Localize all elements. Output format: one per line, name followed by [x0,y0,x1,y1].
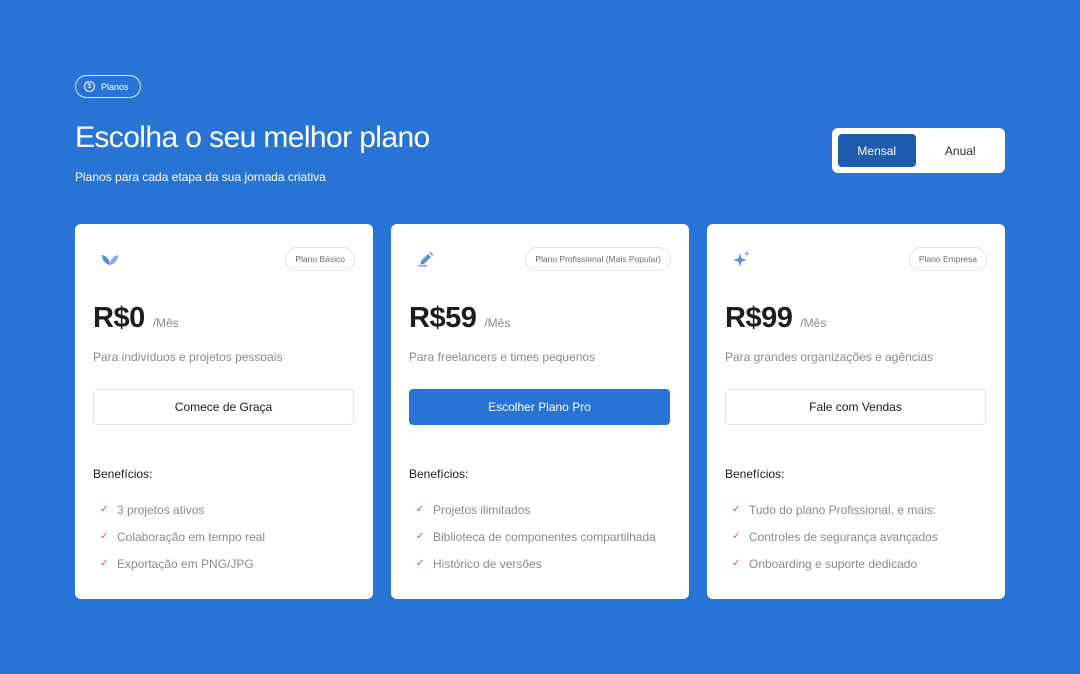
benefit-item: ✓ Tudo do plano Profissional, e mais: [732,496,938,523]
benefit-item: ✓ Projetos ilimitados [416,496,656,523]
price-amount: R$99 [725,302,793,334]
check-icon: ✓ [732,504,741,515]
pricing-page: $ Planos Escolha o seu melhor plano Plan… [0,0,1080,674]
page-subtitle: Planos para cada etapa da sua jornada cr… [75,170,326,184]
plan-card-basic: Plano Básico R$0 /Mês Para indivíduos e … [75,224,373,599]
plan-description: Para indivíduos e projetos pessoais [93,350,283,364]
price-period: /Mês [800,316,827,330]
benefit-item: ✓ Biblioteca de componentes compartilhada [416,523,656,550]
benefit-text: Controles de segurança avançados [749,529,938,544]
contact-sales-button[interactable]: Fale com Vendas [725,389,986,425]
benefit-text: Exportação em PNG/JPG [117,556,254,571]
badge-label: Planos [101,81,129,92]
benefit-item: ✓ 3 projetos ativos [100,496,265,523]
plan-price: R$59 /Mês [409,302,510,335]
plan-card-enterprise: Plano Empresa R$99 /Mês Para grandes org… [707,224,1005,599]
benefit-text: Colaboração em tempo real [117,529,266,544]
benefit-text: Projetos ilimitados [433,502,531,517]
price-amount: R$0 [93,302,145,334]
benefits-list: ✓ Projetos ilimitados ✓ Biblioteca de comp… [416,496,656,577]
benefits-list: ✓ 3 projetos ativos ✓ Colaboração em tempo… [100,496,265,577]
benefit-text: 3 projetos ativos [117,502,205,517]
dollar-coin-icon: $ [84,81,95,92]
plan-description: Para freelancers e times pequenos [409,350,596,364]
benefit-item: ✓ Colaboração em tempo real [100,523,265,550]
plan-price: R$99 /Mês [725,302,826,335]
benefits-title: Benefícios: [409,467,469,481]
benefit-text: Histórico de versões [433,556,542,571]
benefit-text: Biblioteca de componentes compartilhada [433,529,656,544]
page-title: Escolha o seu melhor plano [75,121,430,154]
choose-pro-button[interactable]: Escolher Plano Pro [409,389,670,425]
benefits-title: Benefícios: [725,467,785,481]
benefit-item: ✓ Exportação em PNG/JPG [100,550,265,577]
leaf-icon [99,249,121,269]
price-amount: R$59 [409,302,477,334]
plan-card-pro: Plano Profissional (Mais Popular) R$59 /… [391,224,689,599]
check-icon: ✓ [416,504,425,515]
benefits-list: ✓ Tudo do plano Profissional, e mais: ✓ Co… [732,496,938,577]
start-free-button[interactable]: Comece de Graça [93,389,354,425]
check-icon: ✓ [100,531,109,542]
price-period: /Mês [484,316,511,330]
check-icon: ✓ [732,531,741,542]
check-icon: ✓ [100,558,109,569]
benefit-item: ✓ Controles de segurança avançados [732,523,938,550]
check-icon: ✓ [100,504,109,515]
plan-tag: Plano Básico [285,247,355,271]
benefit-text: Onboarding e suporte dedicado [749,556,918,571]
pen-icon [415,249,437,269]
benefit-text: Tudo do plano Profissional, e mais: [749,502,936,517]
plan-description: Para grandes organizações e agências [725,350,934,364]
benefit-item: ✓ Onboarding e suporte dedicado [732,550,938,577]
toggle-monthly[interactable]: Mensal [838,134,916,167]
benefit-item: ✓ Histórico de versões [416,550,656,577]
plan-tag: Plano Empresa [908,247,987,271]
benefits-title: Benefícios: [93,467,153,481]
toggle-yearly[interactable]: Anual [922,134,1000,167]
billing-toggle: Mensal Anual [832,128,1005,173]
plan-price: R$0 /Mês [93,302,179,335]
check-icon: ✓ [416,558,425,569]
price-period: /Mês [152,316,179,330]
sparkle-icon [731,249,753,269]
check-icon: ✓ [732,558,741,569]
check-icon: ✓ [416,531,425,542]
plan-tag: Plano Profissional (Mais Popular) [525,247,671,271]
section-badge: $ Planos [75,75,141,98]
